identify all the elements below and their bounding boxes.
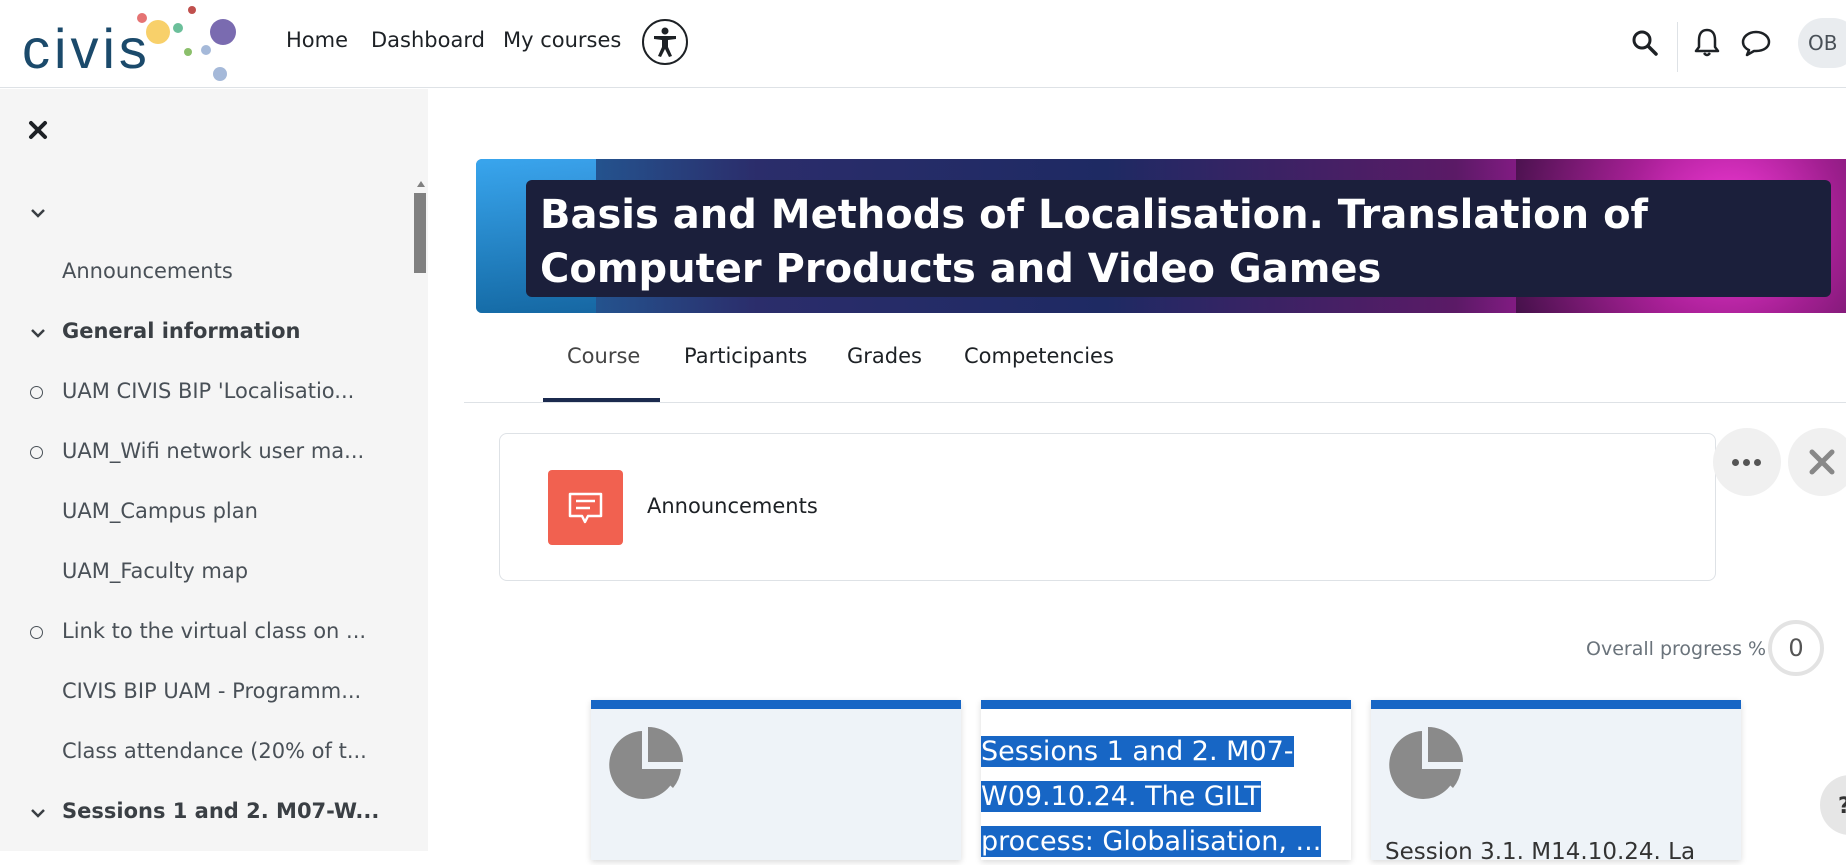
section-tile-title: Session 3.1. M14.10.24. La <box>1385 839 1696 865</box>
tab-competencies[interactable]: Competencies <box>964 344 1114 368</box>
announcements-link[interactable]: Announcements <box>647 494 818 518</box>
course-index-drawer: Announcements General information UAM CI… <box>0 89 428 851</box>
svg-text:civis: civis <box>22 17 151 80</box>
dot-icon <box>1754 459 1761 466</box>
tab-grades[interactable]: Grades <box>847 344 922 368</box>
chevron-down-icon <box>31 209 45 218</box>
tab-participants[interactable]: Participants <box>684 344 807 368</box>
course-title: Basis and Methods of Localisation. Trans… <box>540 192 1648 292</box>
index-item-programme[interactable]: CIVIS BIP UAM - Programm... <box>0 673 420 713</box>
pie-chart-icon <box>1389 727 1463 799</box>
user-avatar[interactable]: OB <box>1798 18 1846 68</box>
accessibility-icon <box>654 27 676 57</box>
pie-chart-icon <box>609 727 683 799</box>
tab-course[interactable]: Course <box>567 344 640 368</box>
section-tile-title: Sessions 1 and 2. M07-W09.10.24. The GIL… <box>981 736 1322 857</box>
close-block-button[interactable] <box>1788 428 1846 496</box>
message-icon[interactable] <box>1740 28 1772 58</box>
chevron-down-icon <box>31 809 45 818</box>
nav-home-link[interactable]: Home <box>286 28 348 52</box>
index-item-wifi-manual[interactable]: UAM_Wifi network user ma... <box>0 433 420 473</box>
index-section-general-information[interactable]: General information <box>0 313 420 353</box>
section-tile-session-3[interactable]: Session 3.1. M14.10.24. La <box>1371 700 1741 865</box>
overall-progress-label: Overall progress % <box>1586 638 1767 660</box>
index-item-class-attendance[interactable]: Class attendance (20% of t... <box>0 733 420 773</box>
nav-divider <box>1677 22 1678 72</box>
more-options-button[interactable] <box>1713 428 1781 496</box>
dot-icon <box>1743 459 1750 466</box>
index-section-toggle[interactable] <box>0 193 420 233</box>
question-icon: ? <box>1838 794 1846 819</box>
index-section-sessions-1-2[interactable]: Sessions 1 and 2. M07-W... <box>0 793 420 833</box>
index-item-virtual-class[interactable]: Link to the virtual class on ... <box>0 613 420 653</box>
nav-my-courses-link[interactable]: My courses <box>503 28 621 52</box>
forum-icon <box>548 470 623 545</box>
civis-logo[interactable]: civis <box>20 0 240 86</box>
search-icon[interactable] <box>1630 28 1660 58</box>
index-item-announcements[interactable]: Announcements <box>0 253 420 293</box>
index-item-faculty-map[interactable]: UAM_Faculty map <box>0 553 420 593</box>
course-tabs: Course Participants Grades Competencies <box>464 336 1846 403</box>
top-navbar: civis Home Dashboard My courses OB <box>0 0 1846 88</box>
index-item-campus-plan[interactable]: UAM_Campus plan <box>0 493 420 533</box>
completion-circle-icon <box>30 626 43 639</box>
index-item-localisation[interactable]: UAM CIVIS BIP 'Localisatio... <box>0 373 420 413</box>
close-icon <box>1809 449 1835 475</box>
nav-dashboard-link[interactable]: Dashboard <box>371 28 485 52</box>
completion-circle-icon <box>30 386 43 399</box>
close-icon[interactable] <box>27 119 49 141</box>
dot-icon <box>1732 459 1739 466</box>
chevron-down-icon <box>31 329 45 338</box>
section-tile-sessions-1-2[interactable]: Sessions 1 and 2. M07-W09.10.24. The GIL… <box>981 700 1351 860</box>
help-button[interactable]: ? <box>1820 775 1846 835</box>
section-tile[interactable] <box>591 700 961 860</box>
overall-progress-ring: 0 <box>1768 620 1824 676</box>
accessibility-button[interactable] <box>642 19 688 65</box>
completion-circle-icon <box>30 446 43 459</box>
svg-text:?: ? <box>1838 794 1846 819</box>
bell-icon[interactable] <box>1692 26 1722 58</box>
active-tab-indicator <box>543 398 660 402</box>
